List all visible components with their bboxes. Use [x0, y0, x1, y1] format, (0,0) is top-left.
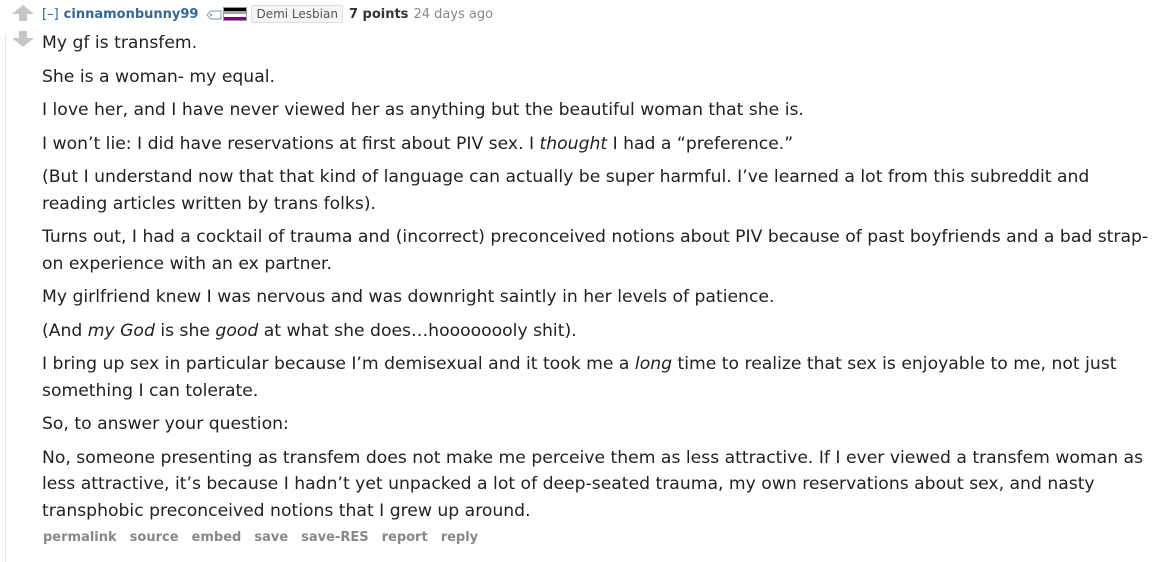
comment-paragraph: I love her, and I have never viewed her … [42, 97, 1158, 124]
comment-actions: permalink source embed save save-RES report re… [43, 530, 491, 545]
comment-paragraph: (And my God is she good at what she does… [42, 318, 1158, 345]
save-button[interactable]: save [254, 530, 288, 545]
comment-paragraph: (But I understand now that that kind of … [42, 164, 1158, 217]
comment: [–] cinnamonbunny99 Demi Lesbian 7 point… [0, 0, 1166, 562]
embed-button[interactable]: embed [192, 530, 242, 545]
reply-button[interactable]: reply [441, 530, 478, 545]
paragraph-text: I had a “preference.” [607, 133, 794, 154]
author-link[interactable]: cinnamonbunny99 [64, 7, 199, 22]
asexual-flag-icon [223, 7, 248, 21]
comment-paragraph: So, to answer your question: [42, 411, 1158, 438]
paragraph-text: Turns out, I had a cocktail of trauma an… [42, 227, 1149, 274]
save-res-button[interactable]: save-RES [301, 530, 368, 545]
source-button[interactable]: source [130, 530, 179, 545]
tag-icon [206, 9, 223, 20]
comment-paragraph: Turns out, I had a cocktail of trauma an… [42, 224, 1158, 277]
comment-paragraph: My girlfriend knew I was nervous and was… [42, 284, 1158, 311]
permalink-button[interactable]: permalink [43, 530, 117, 545]
emphasis-text: thought [539, 133, 608, 154]
upvote-arrow-icon[interactable] [12, 5, 34, 21]
paragraph-text: (And [42, 320, 88, 341]
comment-tagline: [–] cinnamonbunny99 Demi Lesbian 7 point… [42, 5, 493, 23]
paragraph-text: is she [154, 320, 216, 341]
paragraph-text: My gf is transfem. [42, 33, 198, 53]
paragraph-text: I bring up sex in particular because I’m… [42, 354, 635, 374]
paragraph-text: (But I understand now that that kind of … [42, 167, 1090, 214]
emphasis-text: good [215, 320, 259, 341]
paragraph-text: I won’t lie: I did have reservations at … [42, 133, 540, 154]
score: 7 points [348, 6, 409, 22]
paragraph-text: No, someone presenting as transfem does … [42, 447, 1144, 521]
report-button[interactable]: report [382, 530, 428, 545]
comment-body: My gf is transfem. She is a woman- my equ… [42, 30, 1158, 531]
flair-text: Demi Lesbian [251, 5, 343, 23]
comment-paragraph: No, someone presenting as transfem does … [42, 445, 1158, 525]
comment-paragraph: My gf is transfem. [42, 30, 1158, 57]
thread-line [5, 34, 6, 562]
paragraph-text: She is a woman- my equal. [42, 66, 275, 87]
emphasis-text: my God [87, 320, 155, 341]
collapse-toggle[interactable]: [–] [42, 7, 59, 22]
emphasis-text: long [634, 354, 673, 374]
downvote-arrow-icon[interactable] [12, 31, 34, 47]
paragraph-text: I love her, and I have never viewed her … [42, 100, 804, 120]
paragraph-text: So, to answer your question: [42, 414, 289, 434]
paragraph-text: at what she does…hoooooooly shit). [258, 320, 577, 341]
user-flair: Demi Lesbian [206, 5, 343, 23]
paragraph-text: My girlfriend knew I was nervous and was… [42, 287, 775, 307]
comment-paragraph: She is a woman- my equal. [42, 64, 1158, 91]
comment-paragraph: I bring up sex in particular because I’m… [42, 351, 1158, 404]
comment-paragraph: I won’t lie: I did have reservations at … [42, 131, 1158, 158]
timestamp: 24 days ago [413, 6, 494, 22]
